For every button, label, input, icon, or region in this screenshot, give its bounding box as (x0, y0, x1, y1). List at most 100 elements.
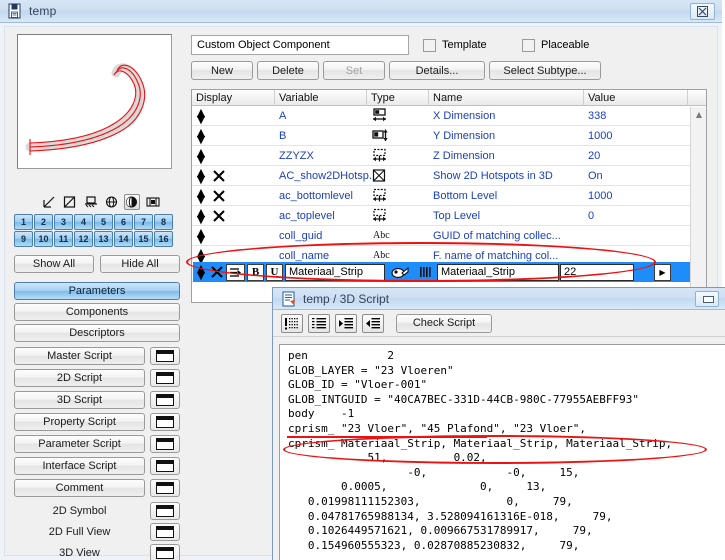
table-row-selected[interactable]: ▲ ▼ B U Materiaal_Strip Materiaal_Strip … (193, 262, 691, 282)
selected-variable-input[interactable]: Materiaal_Strip (285, 263, 385, 281)
globe-3d-view-icon[interactable] (103, 194, 120, 210)
details-button[interactable]: Details... (389, 61, 485, 80)
column-header-display[interactable]: Display (192, 90, 275, 106)
layer-button-4[interactable]: 4 (74, 214, 93, 230)
column-header-variable[interactable]: Variable (275, 90, 367, 106)
reorder-handle-icon[interactable]: ▲ ▼ (192, 227, 210, 245)
hide-all-button[interactable]: Hide All (100, 255, 180, 273)
layer-button-7[interactable]: 7 (134, 214, 153, 230)
3d-script-button[interactable]: 3D Script (14, 391, 145, 409)
expand-value-button[interactable]: ▶ (654, 263, 671, 281)
table-row[interactable]: ▲ ▼ A X Dimension 338 (192, 106, 706, 126)
filmstrip-view-icon[interactable] (144, 194, 161, 210)
2d-script-window-icon[interactable] (150, 369, 180, 387)
window-titlebar[interactable]: temp (0, 0, 722, 23)
table-row[interactable]: ▲ ▼ AC_show2DHotsp... Show 2D Hotspots i… (192, 166, 706, 186)
select-subtype-button[interactable]: Select Subtype... (489, 61, 601, 80)
table-row[interactable]: ▲ ▼ ac_toplevel Top Level 0 (192, 206, 706, 226)
3d-script-window-icon[interactable] (150, 391, 180, 409)
tab-parameters[interactable]: Parameters (14, 282, 180, 300)
reorder-handle-icon[interactable]: ▲ ▼ (192, 107, 210, 125)
underline-button[interactable]: U (266, 263, 283, 281)
reorder-handle-icon[interactable]: ▲ ▼ (192, 247, 210, 265)
material-type-icon[interactable] (385, 265, 415, 279)
hidden-parameter-icon[interactable] (210, 169, 228, 183)
grid-pattern-icon[interactable] (415, 266, 437, 278)
cell-value: 20 (588, 149, 601, 162)
reorder-handle-icon[interactable]: ▲ ▼ (192, 147, 210, 165)
layer-button-6[interactable]: 6 (114, 214, 133, 230)
property-script-window-icon[interactable] (150, 413, 180, 431)
hidden-parameter-icon[interactable] (210, 189, 228, 203)
layer-button-1[interactable]: 1 (14, 214, 33, 230)
align-right-icon[interactable] (226, 263, 245, 281)
column-header-type[interactable]: Type (367, 90, 429, 106)
layer-button-9[interactable]: 9 (14, 231, 33, 247)
selected-name-input[interactable]: Materiaal_Strip (437, 263, 559, 281)
line-view-icon[interactable] (41, 194, 58, 210)
property-script-button[interactable]: Property Script (14, 413, 145, 431)
bold-button[interactable]: B (247, 263, 264, 281)
column-header-name[interactable]: Name (429, 90, 584, 106)
script-window-titlebar[interactable]: temp / 3D Script (273, 288, 725, 310)
selected-value-input[interactable]: 22 (560, 263, 634, 281)
table-scrollbar[interactable]: ▲ (690, 107, 706, 302)
polygon-view-icon[interactable] (62, 194, 79, 210)
column-header-value[interactable]: Value (584, 90, 688, 106)
indent-left-icon[interactable] (362, 313, 384, 333)
table-row[interactable]: ▲ ▼ coll_guid Abc GUID of matching collec… (192, 226, 706, 246)
script-code-editor[interactable]: pen 2 GLOB_LAYER = "23 Vloeren" GLOB_ID … (279, 344, 725, 560)
layer-button-13[interactable]: 13 (94, 231, 113, 247)
2d-full-view-window-icon[interactable] (150, 523, 180, 541)
2d-symbol-window-icon[interactable] (150, 502, 180, 520)
indent-right-icon[interactable] (335, 313, 357, 333)
line-numbers-icon[interactable] (308, 313, 330, 333)
layer-button-14[interactable]: 14 (114, 231, 133, 247)
reorder-handle-icon[interactable]: ▲ ▼ (193, 263, 209, 281)
template-checkbox[interactable]: Template (423, 36, 487, 54)
layer-button-12[interactable]: 12 (74, 231, 93, 247)
scroll-up-icon[interactable]: ▲ (691, 107, 706, 122)
layer-button-10[interactable]: 10 (34, 231, 53, 247)
parameter-script-window-icon[interactable] (150, 435, 180, 453)
minimize-icon[interactable] (695, 291, 719, 307)
preview-thumbnail[interactable] (17, 34, 172, 169)
hidden-parameter-icon[interactable] (210, 209, 228, 223)
tab-descriptors[interactable]: Descriptors (14, 324, 180, 342)
show-all-button[interactable]: Show All (14, 255, 94, 273)
new-button[interactable]: New (191, 61, 253, 80)
layer-button-8[interactable]: 8 (154, 214, 173, 230)
comment-window-icon[interactable] (150, 479, 180, 497)
master-script-button[interactable]: Master Script (14, 347, 145, 365)
table-row[interactable]: ▲ ▼ ac_bottomlevel Bottom Level 1000 (192, 186, 706, 206)
reorder-handle-icon[interactable]: ▲ ▼ (192, 167, 210, 185)
table-row[interactable]: ▲ ▼ ZZYZX Z Dimension 20 (192, 146, 706, 166)
hidden-parameter-icon[interactable] (209, 265, 225, 279)
parameter-script-button[interactable]: Parameter Script (14, 435, 145, 453)
master-script-window-icon[interactable] (150, 347, 180, 365)
layer-button-15[interactable]: 15 (134, 231, 153, 247)
layer-button-11[interactable]: 11 (54, 231, 73, 247)
tab-components[interactable]: Components (14, 303, 180, 321)
format-script-icon[interactable] (281, 313, 303, 333)
check-script-button[interactable]: Check Script (396, 313, 492, 333)
elevation-view-icon[interactable] (82, 194, 99, 210)
close-icon[interactable] (690, 3, 715, 20)
placeable-checkbox[interactable]: Placeable (522, 36, 589, 54)
interface-script-window-icon[interactable] (150, 457, 180, 475)
3d-view-window-icon[interactable] (150, 544, 180, 560)
reorder-handle-icon[interactable]: ▲ ▼ (192, 207, 210, 225)
component-name-input[interactable]: Custom Object Component (191, 35, 409, 55)
layer-button-3[interactable]: 3 (54, 214, 73, 230)
delete-button[interactable]: Delete (257, 61, 319, 80)
reorder-handle-icon[interactable]: ▲ ▼ (192, 127, 210, 145)
solid-3d-view-icon[interactable] (123, 194, 141, 210)
table-row[interactable]: ▲ ▼ B Y Dimension 1000 (192, 126, 706, 146)
layer-button-16[interactable]: 16 (154, 231, 173, 247)
interface-script-button[interactable]: Interface Script (14, 457, 145, 475)
layer-button-2[interactable]: 2 (34, 214, 53, 230)
2d-script-button[interactable]: 2D Script (14, 369, 145, 387)
comment-button[interactable]: Comment (14, 479, 145, 497)
reorder-handle-icon[interactable]: ▲ ▼ (192, 187, 210, 205)
layer-button-5[interactable]: 5 (94, 214, 113, 230)
